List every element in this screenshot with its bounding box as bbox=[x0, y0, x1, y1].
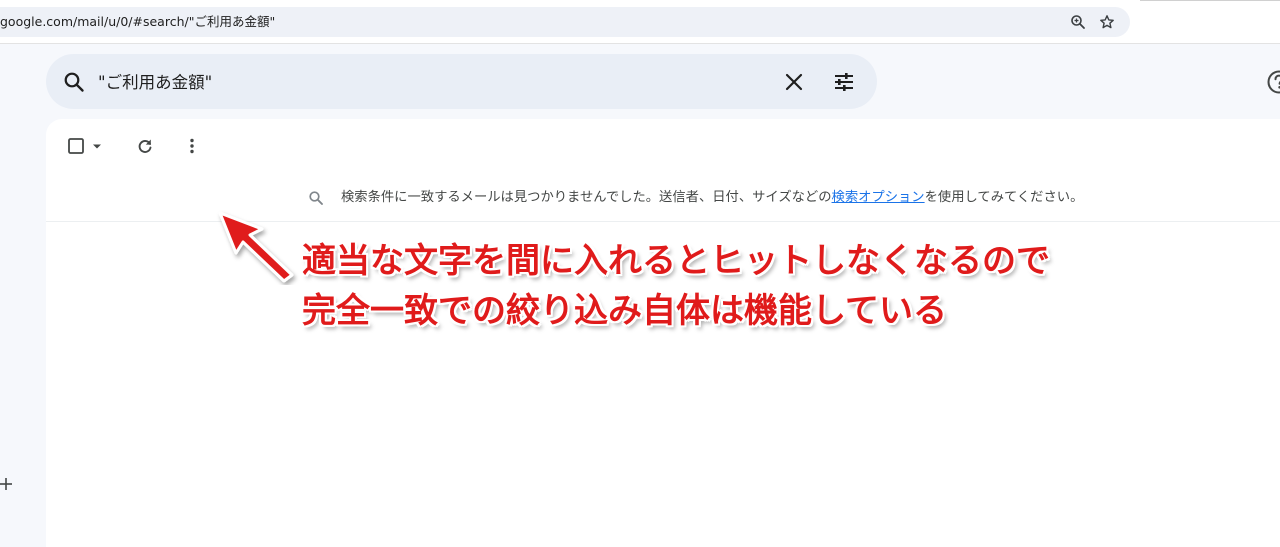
mail-search-bar[interactable]: "ご利用あ金額" bbox=[46, 54, 877, 109]
no-results-message: 検索条件に一致するメールは見つかりませんでした。送信者、日付、サイズなどの検索オ… bbox=[341, 188, 1083, 208]
refresh-icon[interactable] bbox=[135, 136, 155, 156]
close-icon[interactable] bbox=[782, 70, 806, 94]
search-icon[interactable] bbox=[62, 70, 86, 94]
search-icon bbox=[309, 191, 323, 205]
annotation-line-1: 適当な文字を間に入れるとヒットしなくなるので bbox=[302, 241, 1050, 281]
chevron-down-icon[interactable] bbox=[90, 136, 104, 156]
zoom-icon[interactable] bbox=[1070, 14, 1086, 30]
tune-icon[interactable] bbox=[832, 70, 856, 94]
search-options-link[interactable]: 検索オプション bbox=[832, 190, 925, 205]
no-results-text: 検索条件に一致するメールは見つかりませんでした。送信者、日付、サイズなどの bbox=[341, 190, 832, 205]
checkbox-icon[interactable] bbox=[66, 136, 86, 156]
mail-list-panel: 検索条件に一致するメールは見つかりませんでした。送信者、日付、サイズなどの検索オ… bbox=[46, 119, 1280, 547]
annotation-line-2: 完全一致での絞り込み自体は機能している bbox=[302, 291, 947, 331]
browser-toolbar: google.com/mail/u/0/#search/"ご利用あ金額" bbox=[0, 0, 1280, 44]
address-bar[interactable]: google.com/mail/u/0/#search/"ご利用あ金額" bbox=[0, 7, 1130, 37]
plus-icon[interactable] bbox=[0, 476, 14, 492]
star-icon[interactable] bbox=[1099, 14, 1115, 30]
more-vert-icon[interactable] bbox=[182, 136, 202, 156]
no-results-text-end: を使用してみてください。 bbox=[924, 190, 1084, 205]
address-url[interactable]: google.com/mail/u/0/#search/"ご利用あ金額" bbox=[0, 7, 275, 37]
help-icon[interactable] bbox=[1266, 69, 1280, 95]
tabstrip-edge bbox=[1140, 0, 1280, 1]
annotation-arrow-icon bbox=[218, 211, 294, 283]
left-rail bbox=[0, 44, 46, 547]
search-input[interactable]: "ご利用あ金額" bbox=[98, 54, 212, 109]
